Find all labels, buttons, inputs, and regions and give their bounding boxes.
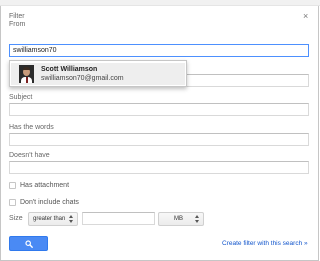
has-words-input[interactable] [9, 133, 309, 146]
doesnt-have-input[interactable] [9, 161, 309, 174]
dont-include-chats-label: Don't include chats [20, 199, 79, 206]
search-button[interactable] [9, 236, 48, 251]
create-filter-link[interactable]: Create filter with this search » [222, 239, 308, 248]
subject-label: Subject [9, 94, 33, 101]
avatar [19, 65, 34, 83]
doesnt-have-label: Doesn't have [9, 152, 50, 159]
suggestion-email: swilliamson70@gmail.com [41, 75, 124, 82]
size-value-input[interactable] [82, 212, 155, 225]
subject-input[interactable] [9, 103, 309, 116]
size-unit-select[interactable]: MB [158, 212, 204, 226]
has-words-label: Has the words [9, 124, 54, 131]
autocomplete-dropdown: Scott Williamson swilliamson70@gmail.com [9, 60, 187, 87]
from-label: From [9, 21, 26, 28]
size-comparator-select[interactable]: greater than [28, 212, 78, 226]
size-label: Size [9, 215, 23, 222]
has-attachment-checkbox[interactable] [9, 182, 16, 189]
close-icon[interactable]: × [303, 12, 308, 21]
dont-include-chats-checkbox[interactable] [9, 199, 16, 206]
select-arrows-icon [69, 215, 74, 224]
size-comparator-value: greater than [33, 216, 66, 222]
search-icon [25, 240, 33, 248]
select-arrows-icon [195, 215, 200, 224]
size-unit-value: MB [174, 216, 183, 222]
autocomplete-item[interactable]: Scott Williamson swilliamson70@gmail.com [11, 63, 185, 85]
suggestion-name: Scott Williamson [41, 66, 98, 73]
from-input[interactable]: swilliamson70 [9, 44, 309, 57]
has-attachment-label: Has attachment [20, 182, 70, 189]
